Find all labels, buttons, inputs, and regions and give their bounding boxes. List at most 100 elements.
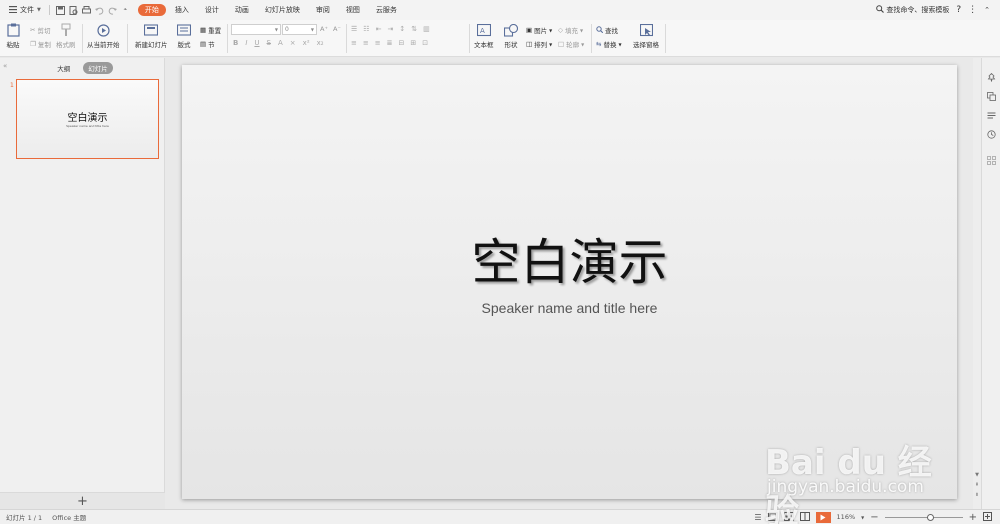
shrink-font-button[interactable]: A⁻ xyxy=(333,25,341,33)
slide-sorter-icon[interactable] xyxy=(783,511,794,523)
zoom-in-button[interactable]: + xyxy=(969,512,977,523)
font-color-button[interactable]: A xyxy=(278,39,283,47)
scroll-down-icon[interactable]: ▼ xyxy=(973,471,981,479)
underline-button[interactable]: U xyxy=(254,39,259,47)
numbered-list-icon[interactable]: ☷ xyxy=(363,25,369,33)
next-slide-icon[interactable]: ⇟ xyxy=(973,491,981,499)
help-button[interactable]: ? xyxy=(956,5,961,15)
chevron-down-icon[interactable]: ▼ xyxy=(861,515,864,520)
add-slide-button[interactable]: + xyxy=(0,492,165,509)
slide-title[interactable]: 空白演示 xyxy=(182,223,957,294)
print-preview-icon[interactable] xyxy=(68,5,79,16)
outline-button[interactable]: □ 轮廓 ▼ xyxy=(558,39,584,49)
history-icon[interactable] xyxy=(986,129,997,140)
collapse-ribbon-icon[interactable]: ⌃ xyxy=(984,6,990,14)
slide-subtitle[interactable]: Speaker name and title here xyxy=(182,300,957,316)
pin-icon[interactable] xyxy=(986,72,997,83)
smartart-icon[interactable]: ⊡ xyxy=(422,39,428,47)
save-icon[interactable] xyxy=(55,5,66,16)
undo-icon[interactable] xyxy=(94,5,105,16)
bold-button[interactable]: B xyxy=(233,39,238,47)
superscript-icon[interactable]: x² xyxy=(303,39,310,47)
arrange-icon: ◫ xyxy=(526,40,533,48)
section-button[interactable]: ▤ 节 xyxy=(200,39,215,49)
tab-animation[interactable]: 动画 xyxy=(228,4,256,16)
subscript-icon[interactable]: x₂ xyxy=(317,39,324,47)
object-properties-icon[interactable] xyxy=(986,91,997,102)
arrange-button[interactable]: ◫ 排列 ▼ xyxy=(526,39,552,49)
file-menu-label: 文件 xyxy=(20,6,34,14)
print-icon[interactable] xyxy=(81,5,92,16)
textbox-button[interactable]: A 文本框 xyxy=(474,23,494,49)
normal-view-icon[interactable] xyxy=(767,511,778,523)
new-slide-icon xyxy=(143,23,159,37)
strikethrough-button[interactable]: S xyxy=(267,39,271,47)
line-spacing-icon[interactable]: ↕ xyxy=(399,25,405,33)
grow-font-button[interactable]: A⁺ xyxy=(320,25,328,33)
cut-button[interactable]: ✂ 剪切 xyxy=(30,25,50,35)
textbox-label: 文本框 xyxy=(474,41,494,49)
tab-slides[interactable]: 幻灯片 xyxy=(83,62,113,74)
reading-view-icon[interactable] xyxy=(799,511,810,523)
increase-indent-icon[interactable]: ⇥ xyxy=(387,25,393,33)
decrease-indent-icon[interactable]: ⇤ xyxy=(376,25,382,33)
command-search[interactable]: 查找命令、搜索模板 xyxy=(876,5,949,15)
redo-icon[interactable] xyxy=(107,5,118,16)
replace-button[interactable]: ⇆ 替换 ▼ xyxy=(596,39,622,49)
find-button[interactable]: 查找 xyxy=(596,25,618,35)
tab-outline[interactable]: 大纲 xyxy=(52,62,75,74)
more-tools-icon[interactable] xyxy=(986,155,997,166)
play-circle-icon xyxy=(95,23,111,37)
format-painter-button[interactable]: 格式刷 xyxy=(56,23,76,49)
fit-window-icon[interactable] xyxy=(983,511,992,523)
zoom-slider[interactable] xyxy=(884,513,963,521)
justify-icon[interactable]: ≣ xyxy=(387,39,393,47)
vertical-scrollbar[interactable]: ▼ ⇞ ⇟ xyxy=(973,58,981,509)
tab-view[interactable]: 视图 xyxy=(339,4,367,16)
reset-button[interactable]: ▦ 重置 xyxy=(200,25,221,35)
font-size-dropdown[interactable]: 0 ▼ xyxy=(282,24,317,35)
notes-icon[interactable]: ☰ xyxy=(754,513,761,522)
tab-slideshow[interactable]: 幻灯片放映 xyxy=(258,4,307,16)
zoom-out-button[interactable]: − xyxy=(870,512,878,523)
align-text-icon[interactable]: ⊞ xyxy=(410,39,416,47)
layout-button[interactable]: 版式 xyxy=(176,23,192,49)
slideshow-play-button[interactable] xyxy=(815,511,831,523)
select-pane-icon xyxy=(638,23,654,37)
custom-animation-icon[interactable] xyxy=(986,110,997,121)
copy-button[interactable]: ❐ 复制 xyxy=(30,39,51,49)
clear-format-icon[interactable]: ⨯ xyxy=(290,39,296,47)
slide[interactable]: 空白演示 Speaker name and title here xyxy=(182,65,957,499)
theme-name[interactable]: Office 主题 xyxy=(52,512,86,522)
text-direction-icon[interactable]: ⇅ xyxy=(411,25,417,33)
shape-button[interactable]: 形状 xyxy=(503,23,519,49)
fill-button[interactable]: ◇ 填充 ▼ xyxy=(558,25,583,35)
more-options-icon[interactable]: ⋮ xyxy=(968,5,977,15)
picture-button[interactable]: ▣ 图片 ▼ xyxy=(526,25,552,35)
tab-design[interactable]: 设计 xyxy=(198,4,226,16)
zoom-level[interactable]: 116% xyxy=(837,513,856,521)
slide-thumbnail[interactable]: 空白演示 Speaker name and title here xyxy=(16,79,159,159)
zoom-slider-handle[interactable] xyxy=(927,513,935,521)
file-menu-button[interactable]: 文件 ▼ xyxy=(5,3,45,17)
align-left-icon[interactable]: ≡ xyxy=(351,39,357,47)
columns-icon[interactable]: ▥ xyxy=(423,25,430,33)
tab-home[interactable]: 开始 xyxy=(137,4,166,16)
bullet-list-icon[interactable]: ☰ xyxy=(351,25,357,33)
play-from-current-label: 从当前开始 xyxy=(87,41,120,49)
select-pane-button[interactable]: 选择窗格 xyxy=(633,23,659,49)
customize-toolbar-icon[interactable]: ⩡ xyxy=(120,5,131,16)
italic-button[interactable]: I xyxy=(245,39,247,47)
font-name-dropdown[interactable]: ▼ xyxy=(231,24,281,35)
align-center-icon[interactable]: ≡ xyxy=(363,39,369,47)
paste-button[interactable]: 粘贴 xyxy=(5,23,21,49)
tab-insert[interactable]: 插入 xyxy=(168,4,196,16)
distribute-icon[interactable]: ⊟ xyxy=(399,39,405,47)
new-slide-button[interactable]: 新建幻灯片 xyxy=(135,23,168,49)
picture-icon: ▣ xyxy=(526,26,533,34)
tab-cloud[interactable]: 云服务 xyxy=(369,4,404,16)
play-from-current-button[interactable]: 从当前开始 xyxy=(87,23,120,49)
align-right-icon[interactable]: ≡ xyxy=(375,39,381,47)
previous-slide-icon[interactable]: ⇞ xyxy=(973,481,981,489)
tab-review[interactable]: 审阅 xyxy=(309,4,337,16)
